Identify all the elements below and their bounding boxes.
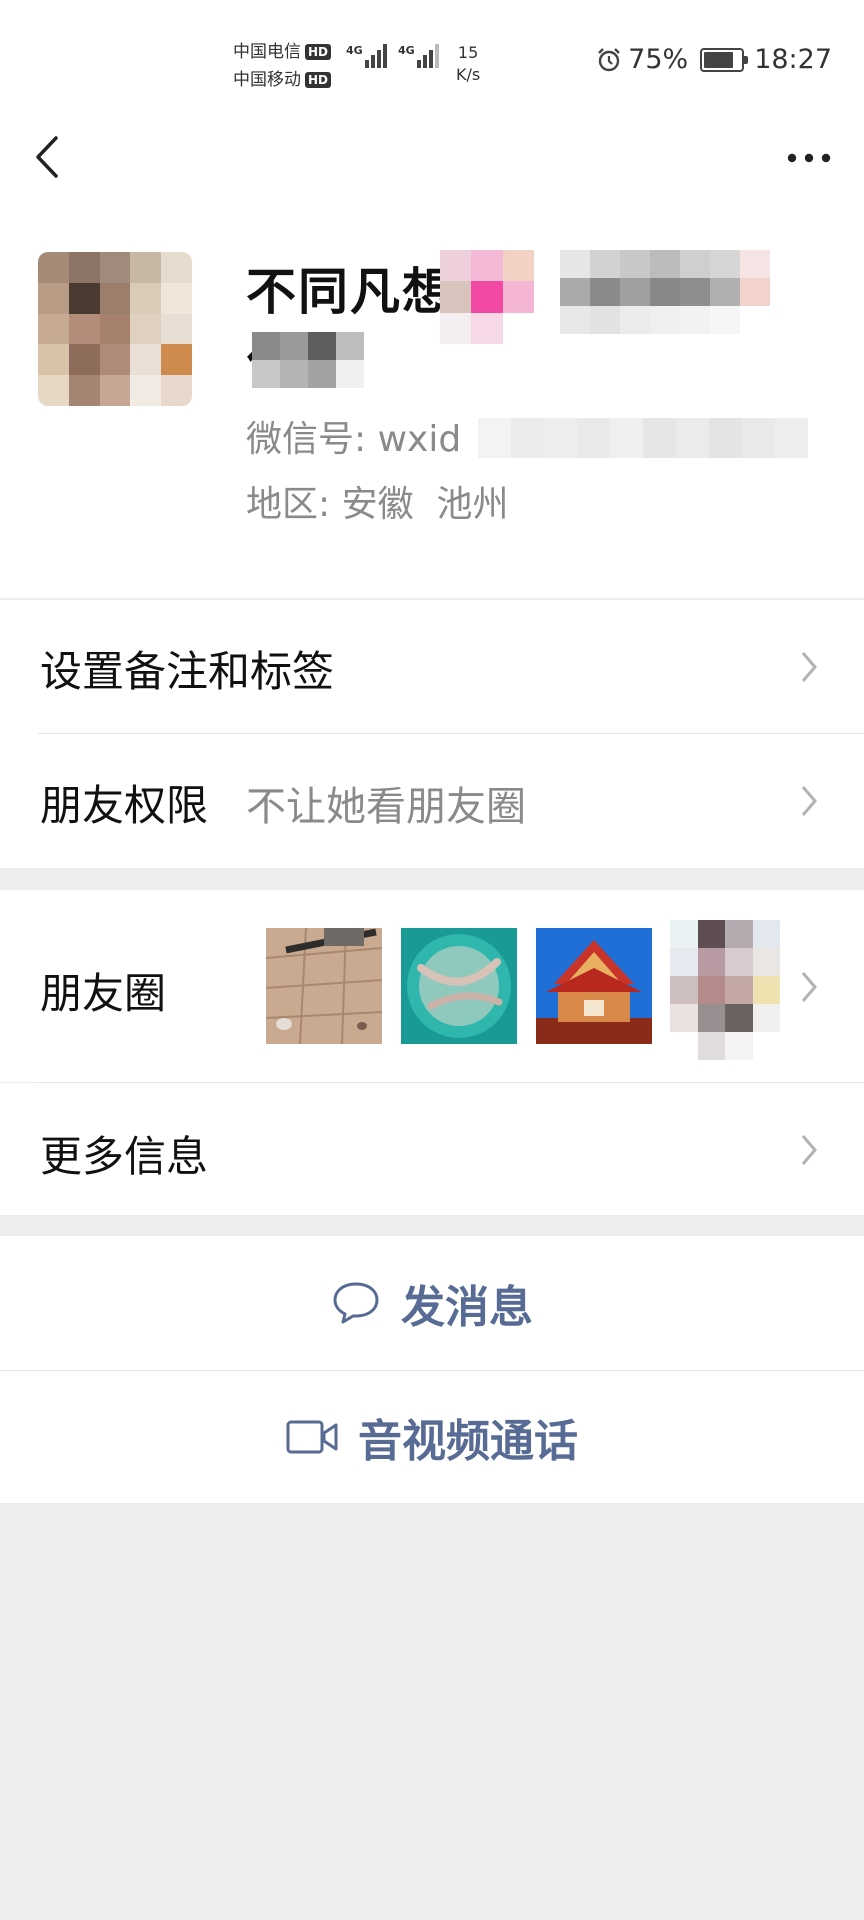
moments-thumbnail <box>401 928 517 1044</box>
network-type: 4G <box>346 44 363 57</box>
more-options-icon[interactable] <box>784 148 834 168</box>
avatar[interactable] <box>38 252 192 406</box>
video-camera-icon <box>286 1420 338 1454</box>
moments-thumbnail <box>670 920 780 1060</box>
hd-badge: HD <box>305 72 332 88</box>
carrier-info: 中国电信 HD 中国移动 HD <box>233 38 332 94</box>
more-info-row[interactable]: 更多信息 <box>0 1083 864 1215</box>
moments-thumbnail <box>536 928 652 1044</box>
carrier-2: 中国移动 <box>233 70 301 90</box>
signal-icon: 4G <box>346 44 389 68</box>
network-speed: 15 K/s <box>456 42 480 86</box>
friend-permissions-row[interactable]: 朋友权限 不让她看朋友圈 <box>0 734 864 868</box>
send-message-label: 发消息 <box>401 1282 533 1333</box>
signal-icon: 4G <box>398 44 441 68</box>
region: 地区: 安徽 池州 <box>246 484 509 525</box>
send-message-button[interactable]: 发消息 <box>0 1236 864 1370</box>
battery-icon <box>700 47 749 72</box>
battery-percent: 75% <box>628 44 689 75</box>
more-info-label: 更多信息 <box>40 1132 209 1181</box>
chevron-right-icon <box>801 972 817 1002</box>
status-bar: 中国电信 HD 中国移动 HD 4G 4G 15 K/s 75% 18:27 <box>0 0 864 110</box>
video-call-button[interactable]: 音视频通话 <box>0 1371 864 1503</box>
chevron-right-icon <box>801 1135 817 1165</box>
clock: 18:27 <box>754 44 832 75</box>
permission-value: 不让她看朋友圈 <box>246 784 526 830</box>
speed-value: 15 <box>457 43 479 62</box>
hd-badge: HD <box>305 44 332 60</box>
carrier-1: 中国电信 <box>233 42 301 62</box>
status-right: 75% 18:27 <box>596 44 832 75</box>
back-arrow-icon[interactable] <box>30 132 66 182</box>
wechat-id: 微信号: wxid <box>246 419 462 460</box>
permission-label: 朋友权限 <box>40 781 209 830</box>
moments-label: 朋友圈 <box>40 969 167 1018</box>
redaction-mosaic <box>252 332 364 388</box>
network-type: 4G <box>398 44 415 57</box>
video-call-label: 音视频通话 <box>358 1416 578 1467</box>
remark-and-tags-row[interactable]: 设置备注和标签 <box>0 600 864 734</box>
speed-unit: K/s <box>456 65 481 84</box>
chevron-right-icon <box>801 652 817 682</box>
profile-header: 不同凡想 化 微信号: wxid 地区: 安徽 池州 <box>0 110 864 598</box>
alarm-icon <box>598 47 621 71</box>
redaction-mosaic <box>440 250 534 344</box>
redaction-mosaic <box>478 418 808 458</box>
chat-bubble-icon <box>333 1282 379 1324</box>
remark-label: 设置备注和标签 <box>40 647 335 696</box>
redaction-mosaic <box>560 250 770 334</box>
chevron-right-icon <box>801 786 817 816</box>
contact-name: 不同凡想 <box>246 263 454 321</box>
moments-row[interactable]: 朋友圈 <box>0 890 864 1082</box>
moments-thumbnail <box>266 928 382 1044</box>
